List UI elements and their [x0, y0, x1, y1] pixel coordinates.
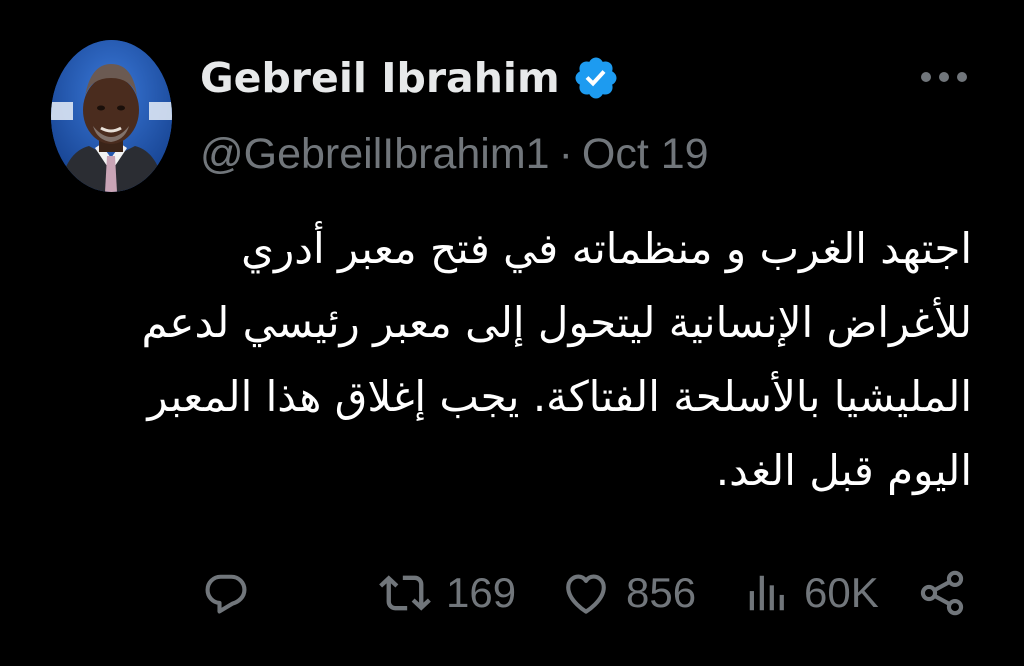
like-button[interactable]: 856: [560, 560, 696, 626]
share-button[interactable]: [916, 560, 968, 626]
views-button[interactable]: 60K: [744, 560, 879, 626]
verified-badge-icon[interactable]: [572, 54, 620, 102]
tweet-date[interactable]: Oct 19: [582, 130, 709, 179]
tweet-text-line: المليشيا بالأسلحة الفتاكة. يجب إغلاق هذا…: [147, 372, 972, 421]
like-count: 856: [626, 569, 697, 616]
views-count: 60K: [804, 569, 879, 616]
reply-icon: [205, 574, 247, 614]
tweet-text-line: للأغراض الإنسانية ليتحول إلى معبر رئيسي …: [141, 298, 972, 347]
tweet-text-line: اليوم قبل الغد.: [715, 446, 972, 495]
tweet-actions: 169 856 60K: [0, 560, 1024, 626]
retweet-icon: [379, 575, 431, 611]
views-chart-icon: [749, 575, 784, 611]
author-name-row: Gebreil Ibrahim: [200, 48, 620, 108]
more-options-button[interactable]: [918, 60, 970, 94]
retweet-count: 169: [446, 569, 517, 616]
tweet-text: اجتهد الغرب و منظماته في فتح معبر أدري ل…: [141, 212, 972, 508]
share-icon: [920, 570, 964, 616]
more-options-icon: [921, 72, 967, 82]
author-handle[interactable]: @GebreilIbrahim1: [200, 130, 550, 179]
display-name[interactable]: Gebreil Ibrahim: [200, 54, 560, 102]
avatar[interactable]: [51, 40, 172, 192]
avatar-photo: [51, 40, 172, 192]
tweet-text-line: اجتهد الغرب و منظماته في فتح معبر أدري: [241, 224, 972, 273]
meta-separator: ·: [558, 129, 573, 178]
tweet-meta: @GebreilIbrahim1 · Oct 19: [200, 130, 709, 178]
heart-icon: [566, 574, 606, 614]
reply-button[interactable]: [200, 560, 266, 626]
tweet-card[interactable]: Gebreil Ibrahim @GebreilIbrahim1 · Oct 1…: [0, 0, 1024, 666]
retweet-button[interactable]: 169: [378, 560, 516, 626]
